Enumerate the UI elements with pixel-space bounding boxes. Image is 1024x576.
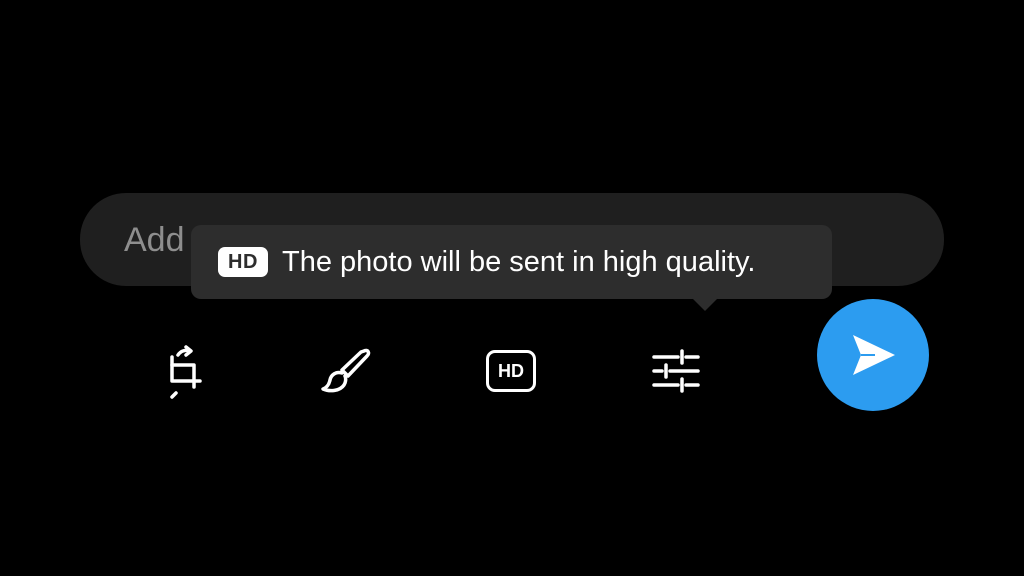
crop-rotate-button[interactable]: [156, 343, 212, 399]
crop-rotate-icon: [170, 345, 202, 399]
hd-quality-button[interactable]: HD: [483, 343, 539, 399]
tooltip-text: The photo will be sent in high quality.: [282, 245, 756, 278]
send-button[interactable]: [817, 299, 929, 411]
hd-tooltip: HD The photo will be sent in high qualit…: [191, 225, 832, 311]
send-icon: [853, 335, 895, 375]
photo-send-screen: HD The photo will be sent in high qualit…: [0, 0, 1024, 576]
draw-button[interactable]: [318, 343, 374, 399]
brush-icon: [321, 348, 371, 393]
adjust-button[interactable]: [648, 343, 704, 399]
sliders-icon: [652, 349, 700, 393]
hd-badge-icon: HD: [218, 247, 268, 277]
hd-icon: HD: [486, 350, 536, 392]
